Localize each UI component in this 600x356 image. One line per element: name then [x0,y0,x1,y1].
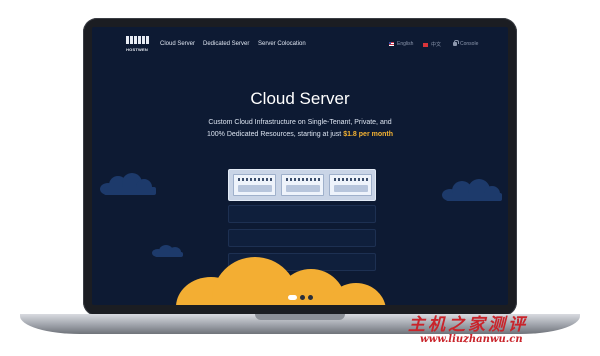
watermark-url: www.liuzhanwu.cn [420,334,523,345]
hero-title: Cloud Server [250,89,350,108]
server-illustration [228,169,376,201]
stage: HOSTWEN Cloud Server Dedicated Server Se… [0,0,600,356]
cloud-right-illustration [442,179,506,201]
site-logo[interactable]: HOSTWEN [124,36,150,56]
laptop-notch [255,314,345,320]
lang-chinese-label: 中文 [431,42,442,48]
lang-chinese[interactable]: 中文 [423,41,441,48]
watermark-chinese: 主机之家测评 [408,315,528,335]
server-bay [233,174,276,196]
lang-english[interactable]: English [389,41,413,47]
console-link[interactable]: Console [453,40,479,47]
hero-price: $1.8 per month [343,131,393,138]
hero-subtitle: Custom Cloud Infrastructure on Single-Te… [190,117,410,141]
server-bay [329,174,372,196]
laptop-screen: HOSTWEN Cloud Server Dedicated Server Se… [92,27,508,305]
hero-subtitle-line2: 100% Dedicated Resources, starting at ju… [207,131,342,138]
orange-cloud-illustration [176,253,396,305]
logo-icon [124,36,150,44]
nav-dedicated-server[interactable]: Dedicated Server [203,41,249,47]
carousel-dot[interactable] [288,295,297,300]
console-label: Console [460,41,479,47]
logo-text: HOSTWEN [126,47,148,52]
top-nav: HOSTWEN Cloud Server Dedicated Server Se… [92,27,508,61]
lock-icon [453,40,459,46]
cn-flag-icon [423,42,428,47]
nav-cloud-server[interactable]: Cloud Server [160,41,195,47]
us-flag-icon [389,42,394,46]
carousel-dot[interactable] [300,295,305,300]
cloud-left-illustration [100,173,160,195]
server-bay [281,174,324,196]
nav-server-colocation[interactable]: Server Colocation [258,41,306,47]
carousel-pager [288,295,313,300]
lang-english-label: English [397,41,414,47]
carousel-dot[interactable] [308,295,313,300]
hero-subtitle-line1: Custom Cloud Infrastructure on Single-Te… [208,119,392,126]
